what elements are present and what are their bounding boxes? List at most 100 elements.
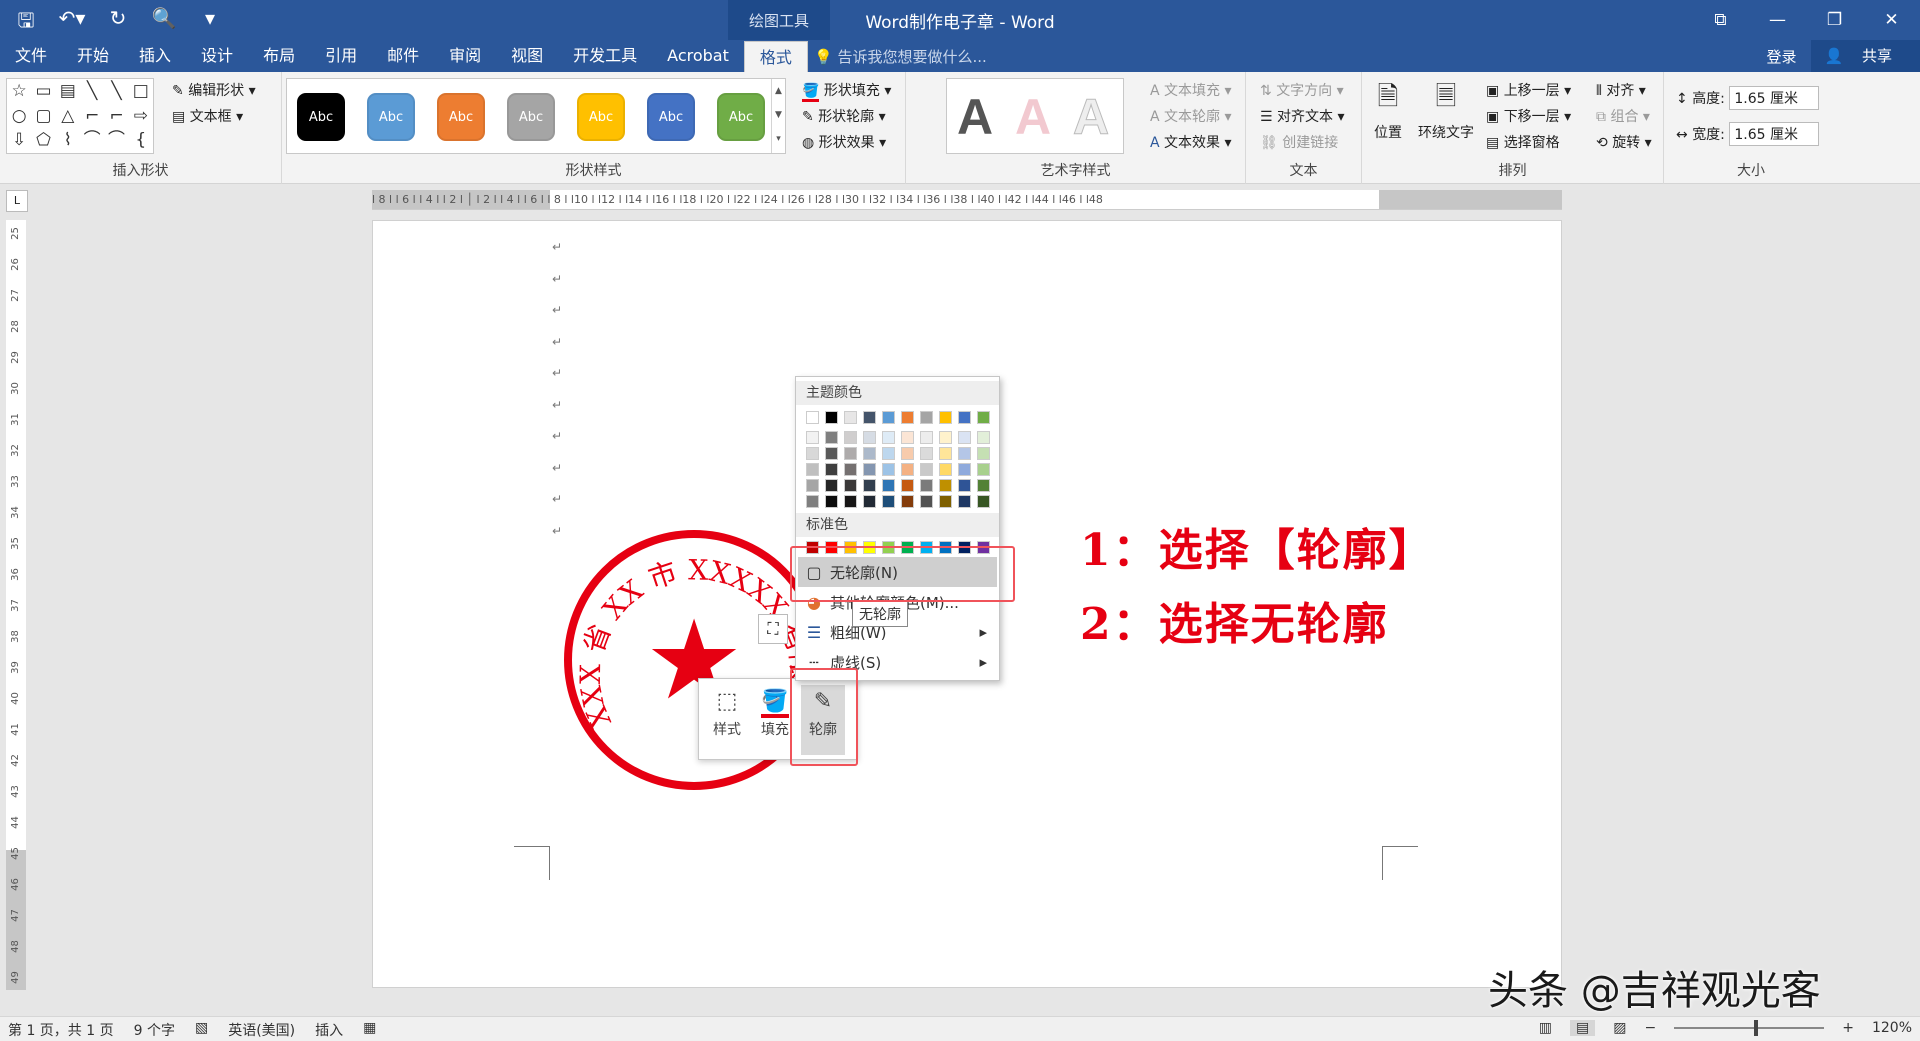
color-swatch[interactable]: [958, 463, 971, 476]
send-backward-button[interactable]: ▣ 下移一层 ▾: [1486, 106, 1571, 126]
color-swatch[interactable]: [901, 411, 914, 424]
zoom-slider[interactable]: [1674, 1020, 1825, 1036]
text-fill-button[interactable]: A 文本填充 ▾: [1150, 80, 1232, 100]
color-swatch[interactable]: [958, 495, 971, 508]
print-layout-icon[interactable]: ▤: [1570, 1020, 1596, 1036]
shape-glyph-icon[interactable]: □: [129, 79, 153, 104]
color-swatch[interactable]: [863, 411, 876, 424]
color-swatch[interactable]: [806, 431, 819, 444]
shape-outline-button[interactable]: ✎ 形状轮廓 ▾: [802, 106, 886, 126]
color-swatch[interactable]: [920, 411, 933, 424]
shape-style-swatch[interactable]: Abc: [647, 93, 695, 141]
selection-pane-button[interactable]: ▤ 选择窗格: [1486, 132, 1560, 152]
color-swatch[interactable]: [806, 411, 819, 424]
color-swatch[interactable]: [882, 447, 895, 460]
shape-glyph-icon[interactable]: ⇩: [7, 128, 31, 153]
macro-icon[interactable]: ▦: [363, 1020, 376, 1040]
color-swatch[interactable]: [863, 479, 876, 492]
color-swatch[interactable]: [844, 495, 857, 508]
shape-style-swatch[interactable]: Abc: [577, 93, 625, 141]
color-swatch[interactable]: [958, 447, 971, 460]
color-swatch[interactable]: [806, 495, 819, 508]
text-box-button[interactable]: ▤ 文本框 ▾: [172, 106, 243, 126]
color-swatch[interactable]: [939, 431, 952, 444]
color-swatch[interactable]: [939, 411, 952, 424]
shape-glyph-icon[interactable]: ☆: [7, 79, 31, 104]
color-swatch[interactable]: [977, 411, 990, 424]
color-swatch[interactable]: [939, 495, 952, 508]
text-direction-button[interactable]: ⇅ 文字方向 ▾: [1260, 80, 1344, 100]
read-mode-icon[interactable]: ▥: [1539, 1020, 1552, 1036]
position-button[interactable]: 🗎 位置: [1374, 78, 1402, 142]
text-outline-button[interactable]: A 文本轮廓 ▾: [1150, 106, 1232, 126]
color-swatch[interactable]: [863, 431, 876, 444]
color-swatch[interactable]: [939, 447, 952, 460]
color-swatch[interactable]: [920, 463, 933, 476]
color-swatch[interactable]: [863, 463, 876, 476]
redo-icon[interactable]: ↻: [104, 6, 132, 40]
undo-icon[interactable]: ↶▾: [58, 6, 86, 40]
bring-forward-button[interactable]: ▣ 上移一层 ▾: [1486, 80, 1571, 100]
layout-options-icon[interactable]: ⛶: [758, 614, 788, 644]
shape-glyph-icon[interactable]: △: [56, 104, 80, 129]
color-swatch[interactable]: [806, 479, 819, 492]
shape-fill-button[interactable]: 🪣 形状填充 ▾: [802, 80, 891, 102]
shapes-gallery[interactable]: ☆ ▭ ▤ ╲ ╲ □ ○ ▢ △ ⌐ ⌐ ⇨ ⇩ ⬠ ⌇ ⌒ ⌒{: [6, 78, 154, 154]
tab-1[interactable]: 开始: [62, 40, 124, 72]
minimize-icon[interactable]: —: [1749, 0, 1806, 40]
shape-glyph-icon[interactable]: ╲: [80, 79, 104, 104]
gallery-scroll[interactable]: ▲ ▼ ▾: [771, 79, 785, 153]
language[interactable]: 英语(美国): [228, 1020, 295, 1040]
color-swatch[interactable]: [939, 463, 952, 476]
color-swatch[interactable]: [920, 431, 933, 444]
login-link[interactable]: 登录: [1753, 46, 1811, 67]
color-swatch[interactable]: [882, 431, 895, 444]
color-swatch[interactable]: [920, 479, 933, 492]
color-swatch[interactable]: [882, 479, 895, 492]
color-swatch[interactable]: [825, 479, 838, 492]
color-swatch[interactable]: [882, 411, 895, 424]
color-swatch[interactable]: [825, 447, 838, 460]
color-swatch[interactable]: [844, 479, 857, 492]
tab-selector[interactable]: L: [6, 190, 28, 212]
color-swatch[interactable]: [977, 479, 990, 492]
shape-style-swatch[interactable]: Abc: [717, 93, 765, 141]
color-swatch[interactable]: [958, 411, 971, 424]
shape-style-swatch[interactable]: Abc: [507, 93, 555, 141]
group-button[interactable]: ⧉ 组合 ▾: [1596, 106, 1650, 126]
share-button[interactable]: 👤 共享: [1810, 40, 1920, 72]
shape-glyph-icon[interactable]: {: [129, 128, 153, 153]
color-swatch[interactable]: [920, 447, 933, 460]
wordart-style-1[interactable]: A: [949, 87, 1001, 147]
color-swatch[interactable]: [901, 479, 914, 492]
color-swatch[interactable]: [882, 463, 895, 476]
tab-8[interactable]: 视图: [496, 40, 558, 72]
color-swatch[interactable]: [806, 447, 819, 460]
web-layout-icon[interactable]: ▨: [1613, 1020, 1626, 1036]
horizontal-ruler[interactable]: l 8 l l 6 l l 4 l l 2 l │ l 2 l l 4 l l …: [372, 190, 1562, 210]
align-button[interactable]: ⫴ 对齐 ▾: [1596, 80, 1646, 100]
shape-glyph-icon[interactable]: ▢: [31, 104, 55, 129]
shape-glyph-icon[interactable]: ○: [7, 104, 31, 129]
tab-3[interactable]: 设计: [186, 40, 248, 72]
color-swatch[interactable]: [901, 447, 914, 460]
proofing-icon[interactable]: ▧: [195, 1020, 208, 1040]
wordart-style-3[interactable]: A: [1065, 87, 1117, 147]
align-text-button[interactable]: ☰ 对齐文本 ▾: [1260, 106, 1345, 126]
color-swatch[interactable]: [863, 495, 876, 508]
color-swatch[interactable]: [882, 495, 895, 508]
zoom-level[interactable]: 120%: [1872, 1020, 1912, 1036]
vertical-ruler[interactable]: 25 26 27 28 29 30 31 32 33 34 35 36 37 38 39 40 41 42 43 44…: [6, 220, 26, 990]
color-swatch[interactable]: [901, 431, 914, 444]
color-swatch[interactable]: [901, 495, 914, 508]
shape-glyph-icon[interactable]: ⇨: [129, 104, 153, 129]
wrap-text-button[interactable]: 🗏 环绕文字: [1418, 78, 1474, 142]
wordart-gallery[interactable]: A A A: [946, 78, 1124, 154]
color-swatch[interactable]: [825, 431, 838, 444]
restore-icon[interactable]: ❐: [1806, 0, 1863, 40]
color-swatch[interactable]: [958, 431, 971, 444]
tab-10[interactable]: Acrobat: [652, 40, 744, 72]
color-swatch[interactable]: [806, 463, 819, 476]
color-swatch[interactable]: [825, 411, 838, 424]
color-swatch[interactable]: [920, 495, 933, 508]
